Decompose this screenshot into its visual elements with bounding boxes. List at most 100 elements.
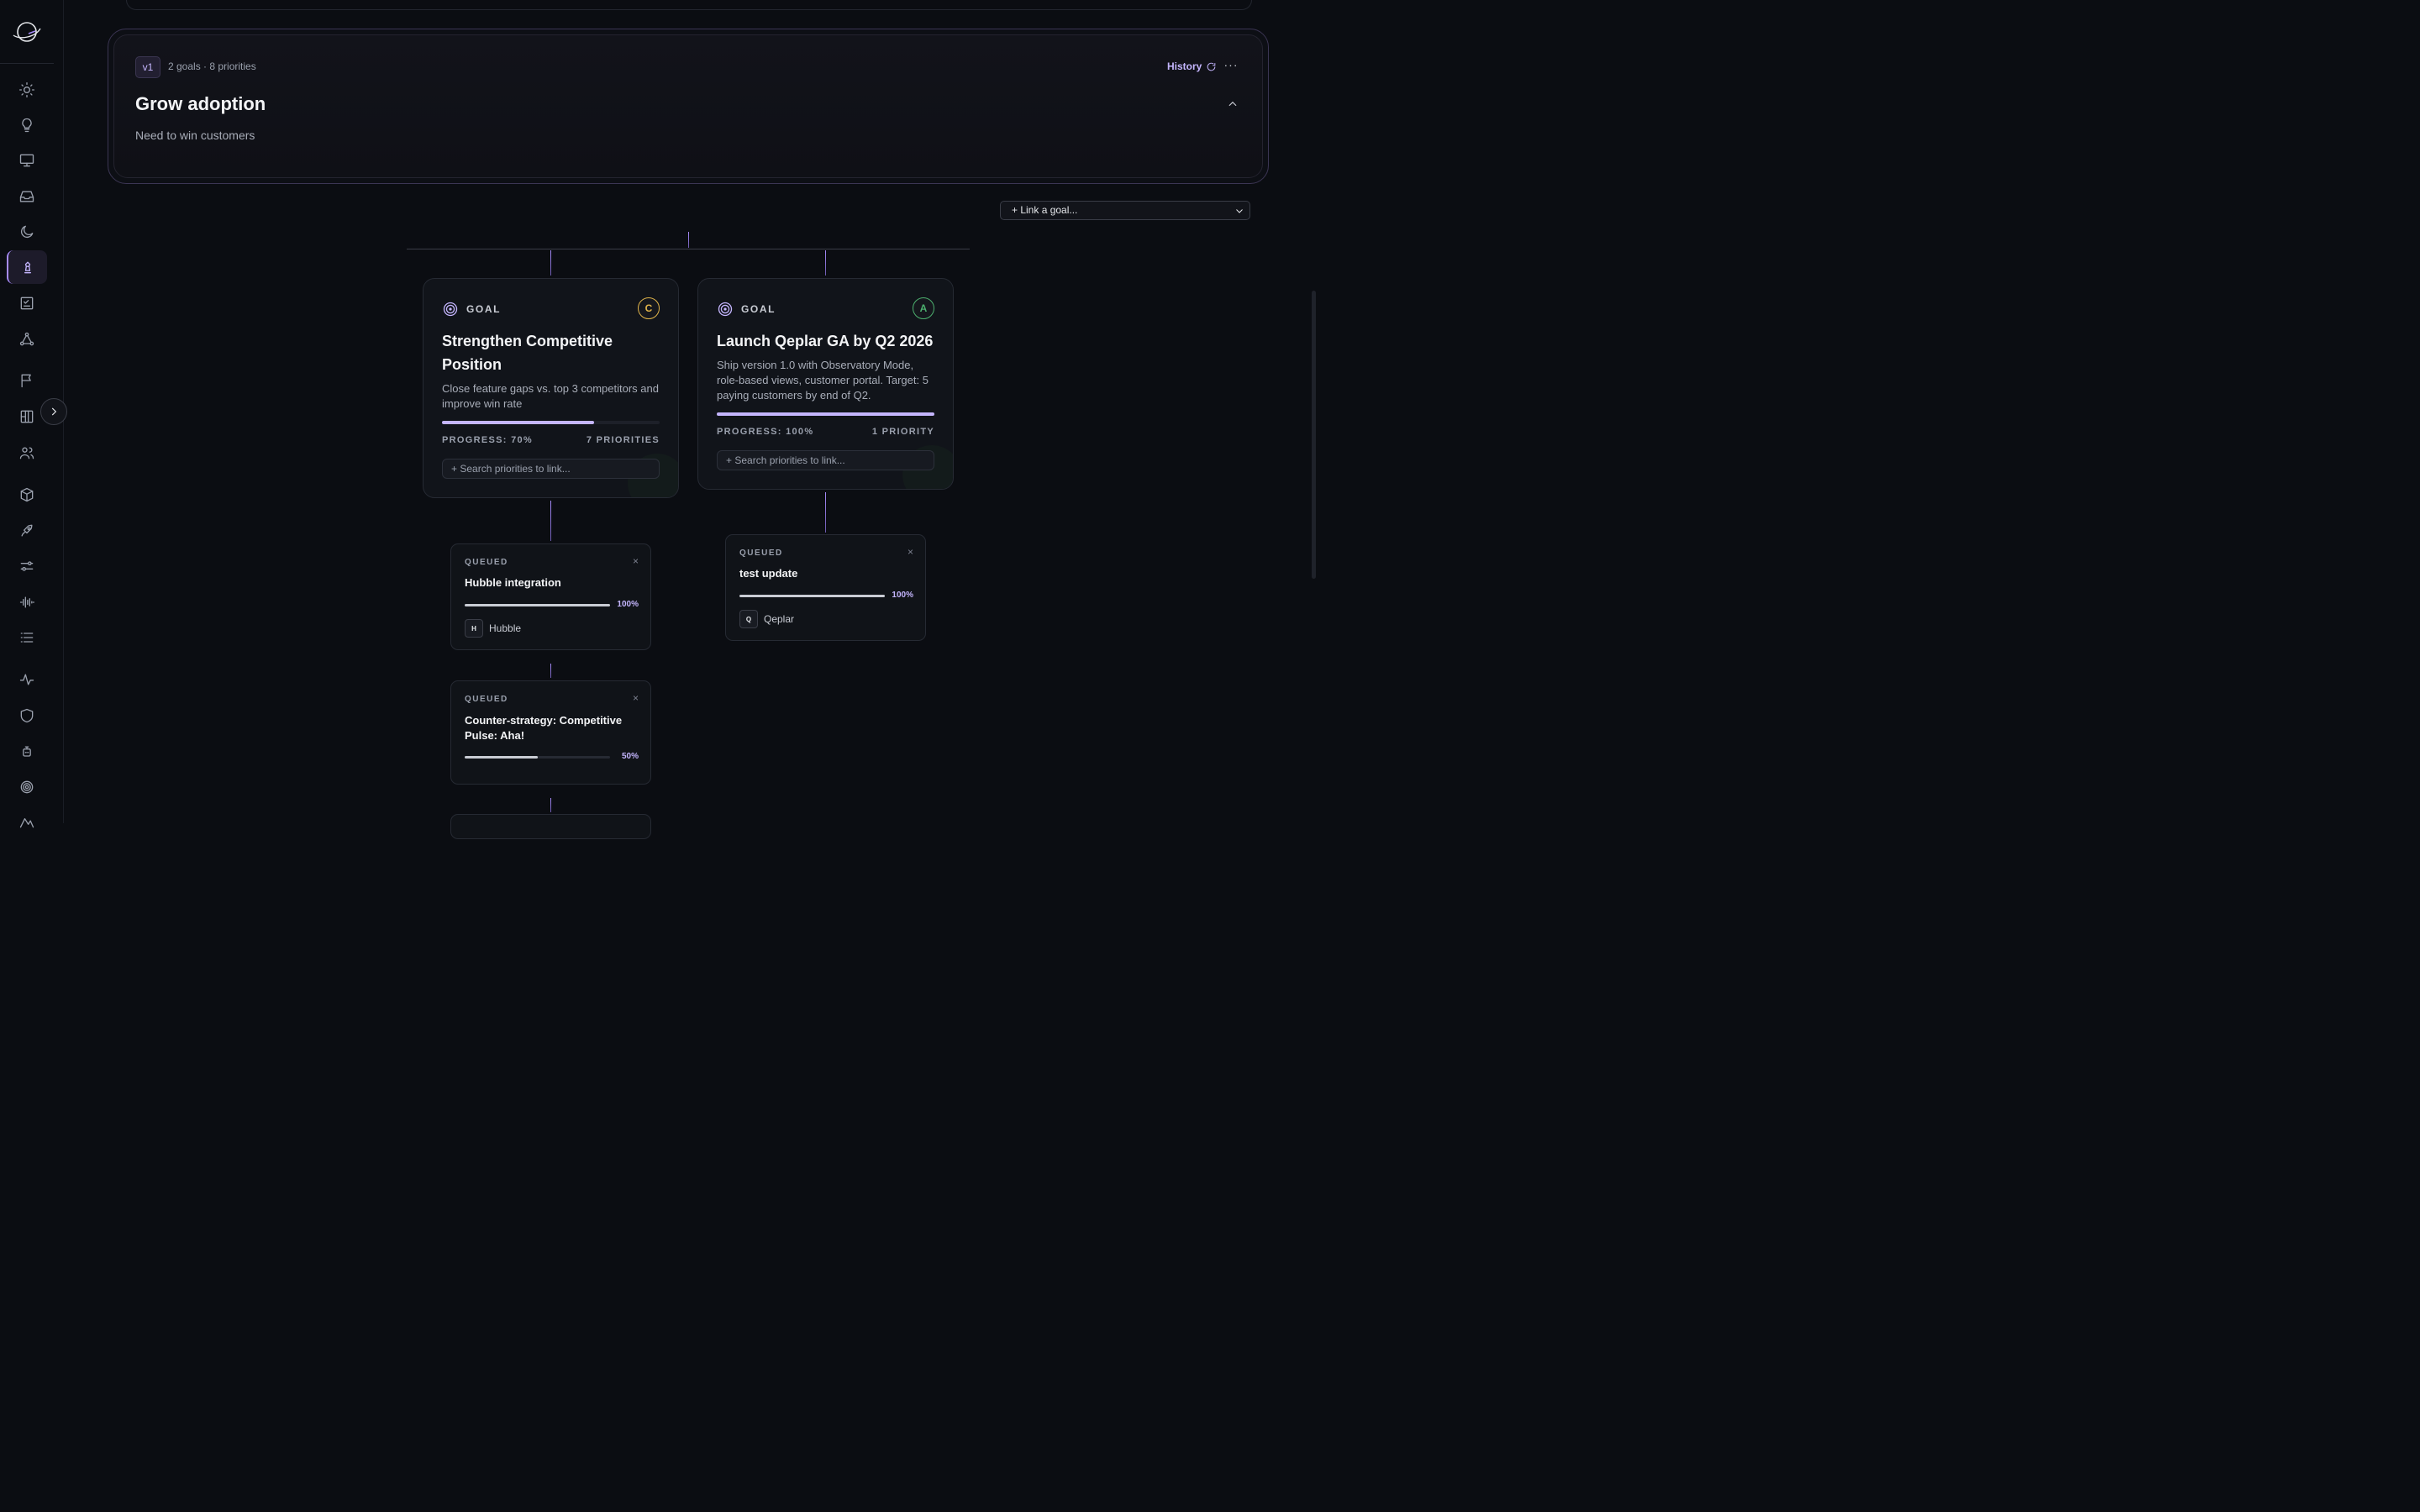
owner-name: Hubble — [489, 622, 522, 634]
sidebar-expand-button[interactable] — [40, 398, 67, 425]
priority-progress-fill — [465, 604, 610, 606]
app-logo[interactable] — [12, 18, 42, 45]
connector — [550, 501, 551, 541]
priority-title: Hubble integration — [465, 576, 561, 589]
cube-icon[interactable] — [13, 481, 40, 508]
objective-meta: 2 goals · 8 priorities — [168, 60, 256, 72]
priority-progress-percent: 100% — [617, 600, 639, 609]
sidebar-divider — [0, 63, 54, 64]
refresh-icon — [1207, 62, 1216, 71]
goal-progress-bar — [442, 421, 660, 424]
priority-card[interactable]: QUEUED × Counter-strategy: Competitive P… — [450, 680, 651, 785]
priority-card[interactable]: QUEUED × Hubble integration 100% H Hubbl… — [450, 543, 651, 650]
objective-card-inner — [113, 34, 1263, 178]
previous-card-edge — [126, 0, 1252, 10]
chevron-right-icon — [51, 407, 57, 416]
connector — [825, 492, 826, 533]
chevron-up-icon — [1228, 101, 1237, 107]
collapse-objective-button[interactable] — [1227, 98, 1240, 112]
goal-progress-row: PROGRESS: 100% 1 PRIORITY — [717, 427, 934, 437]
connector — [550, 798, 551, 812]
waveform-icon[interactable] — [13, 589, 40, 616]
priority-owner[interactable]: H Hubble — [465, 619, 521, 638]
owner-avatar: H — [465, 619, 483, 638]
goal-card[interactable]: GOAL C Strengthen Competitive Position C… — [423, 278, 679, 498]
priority-progress-bar — [465, 604, 610, 606]
goal-description: Ship version 1.0 with Observatory Mode, … — [717, 359, 929, 402]
priority-card[interactable]: QUEUED × test update 100% Q Qeplar — [725, 534, 926, 641]
priority-owner[interactable]: Q Qeplar — [739, 610, 794, 628]
version-badge: v1 — [135, 56, 160, 78]
remove-priority-button[interactable]: × — [633, 692, 639, 704]
search-priorities-input[interactable]: + Search priorities to link... — [442, 459, 660, 479]
goal-title: Launch Qeplar GA by Q2 2026 — [717, 333, 934, 349]
scrollbar[interactable] — [1312, 291, 1316, 579]
objective-title: Grow adoption — [135, 93, 266, 114]
connector — [825, 250, 826, 276]
lightbulb-icon[interactable] — [13, 112, 40, 139]
goal-title: Strengthen Competitive Position — [442, 333, 613, 373]
connector — [550, 250, 551, 276]
priority-status: QUEUED — [739, 549, 783, 558]
target-icon — [718, 302, 733, 317]
goal-label: GOAL — [466, 303, 502, 315]
goal-label: GOAL — [741, 303, 776, 315]
priority-progress-percent: 100% — [892, 591, 913, 600]
priority-status: QUEUED — [465, 558, 508, 567]
priority-card[interactable] — [450, 814, 651, 839]
target-icon — [443, 302, 458, 317]
link-goal-select[interactable]: + Link a goal... — [1000, 201, 1250, 220]
goal-progress-fill — [717, 412, 934, 416]
goal-progress-label: PROGRESS: 100% — [717, 427, 814, 437]
sun-icon[interactable] — [13, 76, 40, 103]
goal-description: Close feature gaps vs. top 3 competitors… — [442, 382, 659, 410]
owner-name: Qeplar — [764, 613, 795, 625]
priority-progress-bar — [739, 595, 885, 597]
activity-icon[interactable] — [13, 666, 40, 693]
goal-card[interactable]: GOAL A Launch Qeplar GA by Q2 2026 Ship … — [697, 278, 954, 490]
users-icon[interactable] — [13, 439, 40, 466]
chevron-down-icon — [1236, 209, 1243, 213]
priority-title: test update — [739, 567, 798, 580]
network-icon[interactable] — [13, 326, 40, 353]
goal-header: GOAL — [442, 301, 501, 318]
remove-priority-button[interactable]: × — [908, 546, 913, 558]
priority-status: QUEUED — [465, 695, 508, 704]
shield-icon[interactable] — [13, 702, 40, 729]
more-options-button[interactable]: ··· — [1223, 59, 1239, 74]
chess-icon[interactable] — [7, 250, 47, 284]
robot-icon[interactable] — [13, 738, 40, 765]
checklist-icon[interactable] — [13, 290, 40, 317]
goal-header: GOAL — [717, 301, 776, 318]
link-goal-label: + Link a goal... — [1012, 204, 1078, 216]
priority-title: Counter-strategy: Competitive Pulse: Aha… — [465, 714, 623, 742]
goal-priorities-count: 7 PRIORITIES — [586, 435, 660, 445]
chart-icon[interactable] — [13, 808, 40, 835]
inbox-icon[interactable] — [13, 183, 40, 210]
grade-badge: C — [638, 297, 660, 319]
connector — [550, 664, 551, 678]
goal-priorities-count: 1 PRIORITY — [871, 427, 934, 437]
owner-avatar: Q — [739, 610, 758, 628]
goal-progress-fill — [442, 421, 595, 424]
monitor-icon[interactable] — [13, 147, 40, 174]
history-button[interactable]: History — [1167, 60, 1217, 72]
connector — [688, 232, 689, 248]
priority-progress-fill — [465, 756, 538, 759]
objective-card — [108, 29, 1269, 184]
moon-icon[interactable] — [13, 218, 40, 245]
priority-progress-percent: 50% — [621, 752, 639, 761]
sliders-icon[interactable] — [13, 553, 40, 580]
flag-icon[interactable] — [13, 367, 40, 394]
priority-progress-bar — [465, 756, 610, 759]
target-icon[interactable] — [13, 774, 40, 801]
rocket-icon[interactable] — [13, 517, 40, 544]
search-priorities-input[interactable]: + Search priorities to link... — [717, 450, 934, 470]
objective-description: Need to win customers — [135, 129, 255, 142]
history-label: History — [1167, 60, 1202, 72]
list-icon[interactable] — [13, 624, 40, 651]
goal-progress-row: PROGRESS: 70% 7 PRIORITIES — [442, 435, 660, 445]
grid-icon[interactable] — [13, 403, 40, 430]
priority-progress-fill — [739, 595, 885, 597]
remove-priority-button[interactable]: × — [633, 555, 639, 567]
